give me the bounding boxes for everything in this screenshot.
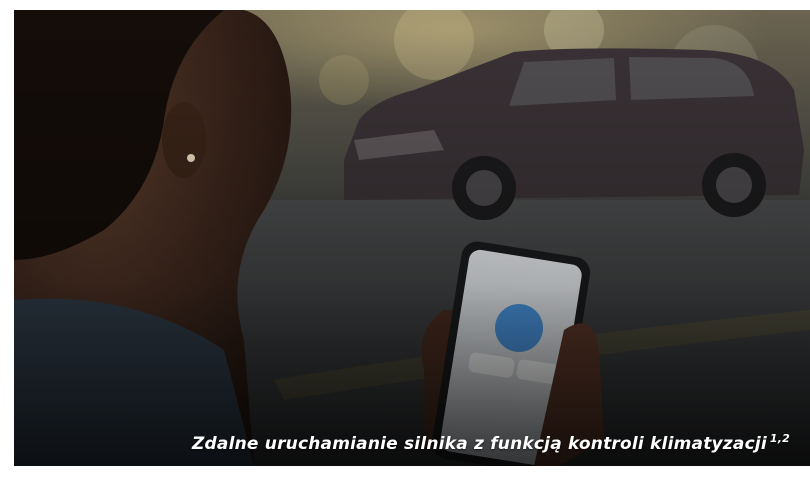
caption-footnote: 1,2 xyxy=(769,432,790,445)
photo-scene xyxy=(14,10,810,466)
image-caption: Zdalne uruchamianie silnika z funkcją ko… xyxy=(192,432,790,454)
caption-text: Zdalne uruchamianie silnika z funkcją ko… xyxy=(192,434,767,454)
hero-image: Zdalne uruchamianie silnika z funkcją ko… xyxy=(14,10,810,466)
